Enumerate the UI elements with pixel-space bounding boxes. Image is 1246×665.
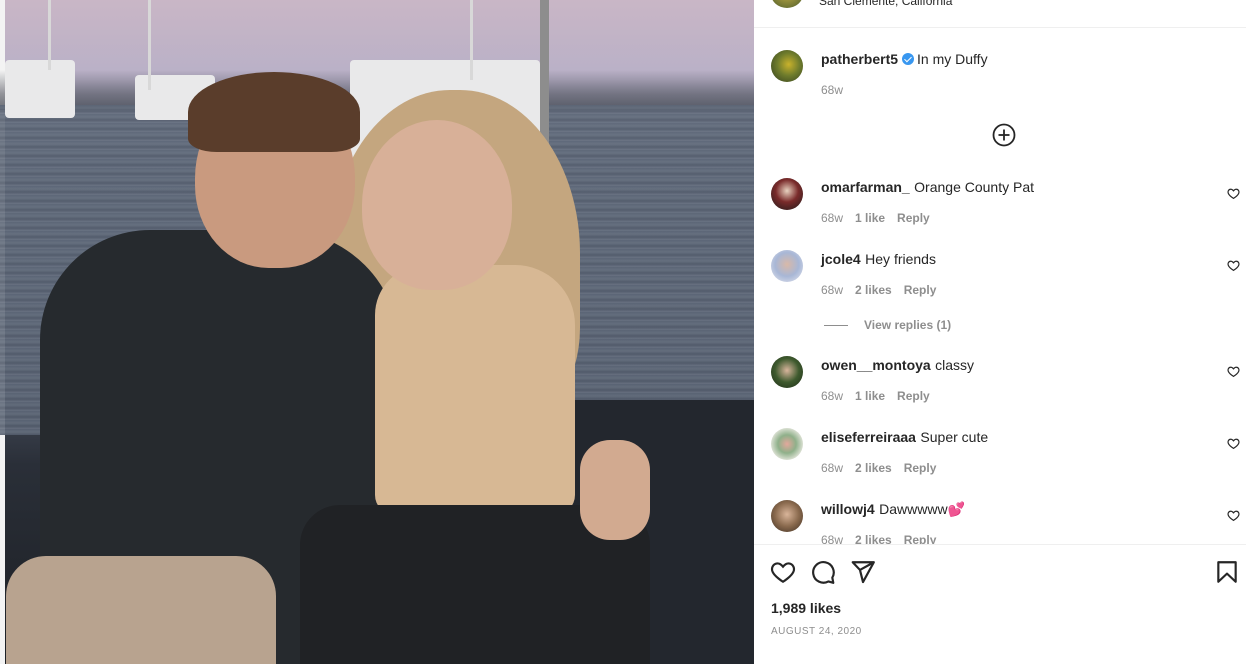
comment-username[interactable]: omarfarman_ [821,179,910,195]
caption-time[interactable]: 68w [821,83,843,97]
plus-circle-icon[interactable] [992,123,1016,147]
heart-icon[interactable] [1227,365,1240,378]
post-detail-panel: San Clemente, California patherbert5 In m… [754,0,1246,665]
photo-woman-face [362,120,512,290]
comment-likes[interactable]: 2 likes [855,533,892,544]
caption-avatar[interactable] [771,50,803,82]
comment-text: Super cute [920,429,989,445]
comment-bubble-icon[interactable] [810,559,836,585]
comment-likes[interactable]: 2 likes [855,283,892,297]
reply-button[interactable]: Reply [897,211,930,225]
photo-woman-top [375,265,575,515]
caption: patherbert5 In my Duffy [821,51,988,69]
comment-time[interactable]: 68w [821,283,843,297]
view-replies-dash [824,325,848,327]
post-header: San Clemente, California [754,0,1246,28]
comment-avatar[interactable] [771,178,803,210]
heart-icon[interactable] [1227,509,1240,522]
comments-list[interactable]: omarfarman_ Orange County Pat 68w 1 like R… [754,170,1246,544]
caption-meta: 68w [821,83,855,97]
comment-meta: 68w 2 likes Reply [821,461,948,475]
photo-mast [148,0,151,90]
comment-username[interactable]: willowj4 [821,501,875,517]
comment-meta: 68w 2 likes Reply [821,283,948,297]
comment-body: willowj4 Dawwwww💕 [821,501,965,519]
reply-button[interactable]: Reply [904,461,937,475]
verified-badge-icon [902,53,915,65]
comment-avatar[interactable] [771,428,803,460]
comment-body: omarfarman_ Orange County Pat [821,179,1034,197]
comment-meta: 68w 1 like Reply [821,389,942,403]
comment-time[interactable]: 68w [821,211,843,225]
comment-username[interactable]: owen__montoya [821,357,931,373]
comment-time[interactable]: 68w [821,461,843,475]
heart-icon[interactable] [1227,187,1240,200]
reply-button[interactable]: Reply [904,283,937,297]
comment-avatar[interactable] [771,356,803,388]
post-location[interactable]: San Clemente, California [819,0,952,8]
comment-text: classy [935,357,975,373]
reply-button[interactable]: Reply [904,533,937,544]
comment-time[interactable]: 68w [821,389,843,403]
comment-time[interactable]: 68w [821,533,843,544]
photo-man-pants [6,556,276,664]
comment-username[interactable]: jcole4 [821,251,861,267]
comment-text: Orange County Pat [914,179,1035,195]
photo-mast [48,0,51,70]
heart-icon[interactable] [770,559,796,585]
comment-avatar[interactable] [771,250,803,282]
comment-body: eliseferreiraaa Super cute [821,429,988,447]
post-photo[interactable] [0,0,754,664]
comment-body: owen__montoya classy [821,357,974,375]
post-actions: 1,989 likes AUGUST 24, 2020 [754,544,1246,665]
comment-likes[interactable]: 2 likes [855,461,892,475]
view-replies-label[interactable]: View replies (1) [864,318,951,332]
heart-icon[interactable] [1227,259,1240,272]
comment-text: Hey friends [865,251,936,267]
caption-username[interactable]: patherbert5 [821,51,898,67]
comment-text: Dawwwww💕 [879,501,966,517]
photo-mast [470,0,473,80]
paper-plane-icon[interactable] [850,559,876,585]
comment-avatar[interactable] [771,500,803,532]
caption-text: In my Duffy [917,51,988,67]
photo-boat [5,60,75,118]
comment-body: jcole4 Hey friends [821,251,936,269]
view-replies-button[interactable]: View replies (1) [824,318,951,332]
likes-count[interactable]: 1,989 likes [771,600,841,616]
comment-meta: 68w 1 like Reply [821,211,942,225]
comment-likes[interactable]: 1 like [855,211,885,225]
photo-arm [580,440,650,540]
comment-likes[interactable]: 1 like [855,389,885,403]
comment-meta: 68w 2 likes Reply [821,533,948,544]
photo-man-hair [188,72,360,152]
heart-icon[interactable] [1227,437,1240,450]
reply-button[interactable]: Reply [897,389,930,403]
author-avatar[interactable] [771,0,803,8]
comment-username[interactable]: eliseferreiraaa [821,429,916,445]
bookmark-icon[interactable] [1214,559,1240,585]
post-date[interactable]: AUGUST 24, 2020 [771,626,862,637]
